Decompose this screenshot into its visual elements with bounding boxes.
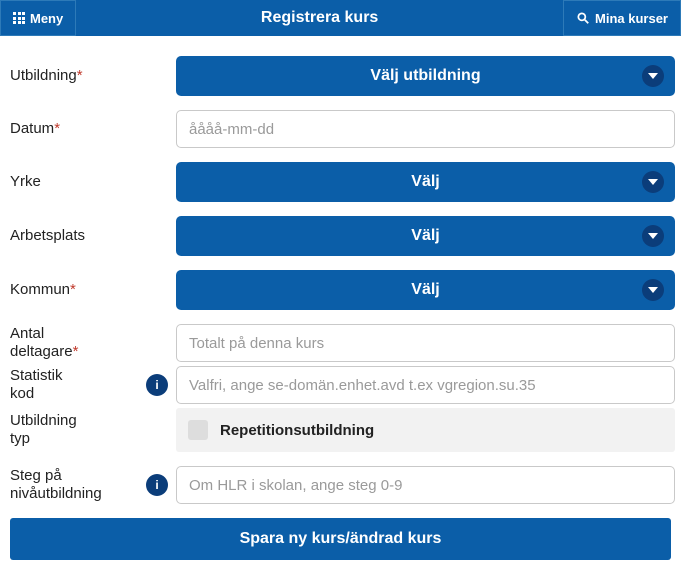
kommun-select[interactable]: Välj bbox=[176, 270, 675, 310]
menu-button[interactable]: Meny bbox=[0, 0, 76, 36]
page-title: Registrera kurs bbox=[76, 0, 563, 36]
chevron-down-icon bbox=[642, 279, 664, 301]
chevron-down-icon bbox=[642, 225, 664, 247]
steg-input[interactable] bbox=[176, 466, 675, 504]
utbildning-typ-label: Utbildning typ bbox=[6, 412, 176, 448]
register-course-form: Utbildning* Välj utbildning Datum* Yrke … bbox=[0, 36, 681, 570]
my-courses-button[interactable]: Mina kurser bbox=[563, 0, 681, 36]
info-icon[interactable]: i bbox=[146, 474, 168, 496]
kommun-select-label: Välj bbox=[411, 281, 439, 298]
checkbox-icon bbox=[188, 420, 208, 440]
repetition-checkbox-wrap[interactable]: Repetitionsutbildning bbox=[176, 408, 675, 452]
antal-deltagare-label: Antal deltagare* bbox=[6, 325, 176, 361]
utbildning-select[interactable]: Välj utbildning bbox=[176, 56, 675, 96]
grid-icon bbox=[13, 12, 25, 24]
yrke-label: Yrke bbox=[6, 173, 176, 191]
utbildning-label: Utbildning* bbox=[6, 67, 176, 85]
antal-deltagare-input[interactable] bbox=[176, 324, 675, 362]
repetition-checkbox-label: Repetitionsutbildning bbox=[220, 422, 374, 439]
datum-label: Datum* bbox=[6, 120, 176, 138]
chevron-down-icon bbox=[642, 65, 664, 87]
my-courses-label: Mina kurser bbox=[595, 11, 668, 26]
search-icon bbox=[576, 11, 590, 25]
menu-button-label: Meny bbox=[30, 11, 63, 26]
info-icon[interactable]: i bbox=[146, 374, 168, 396]
yrke-select[interactable]: Välj bbox=[176, 162, 675, 202]
app-header: Meny Registrera kurs Mina kurser bbox=[0, 0, 681, 36]
arbetsplats-select-label: Välj bbox=[411, 227, 439, 244]
arbetsplats-select[interactable]: Välj bbox=[176, 216, 675, 256]
save-button[interactable]: Spara ny kurs/ändrad kurs bbox=[10, 518, 671, 560]
utbildning-select-label: Välj utbildning bbox=[370, 67, 480, 84]
statistik-kod-input[interactable] bbox=[176, 366, 675, 404]
yrke-select-label: Välj bbox=[411, 173, 439, 190]
arbetsplats-label: Arbetsplats bbox=[6, 227, 176, 245]
chevron-down-icon bbox=[642, 171, 664, 193]
datum-input[interactable] bbox=[176, 110, 675, 148]
kommun-label: Kommun* bbox=[6, 281, 176, 299]
